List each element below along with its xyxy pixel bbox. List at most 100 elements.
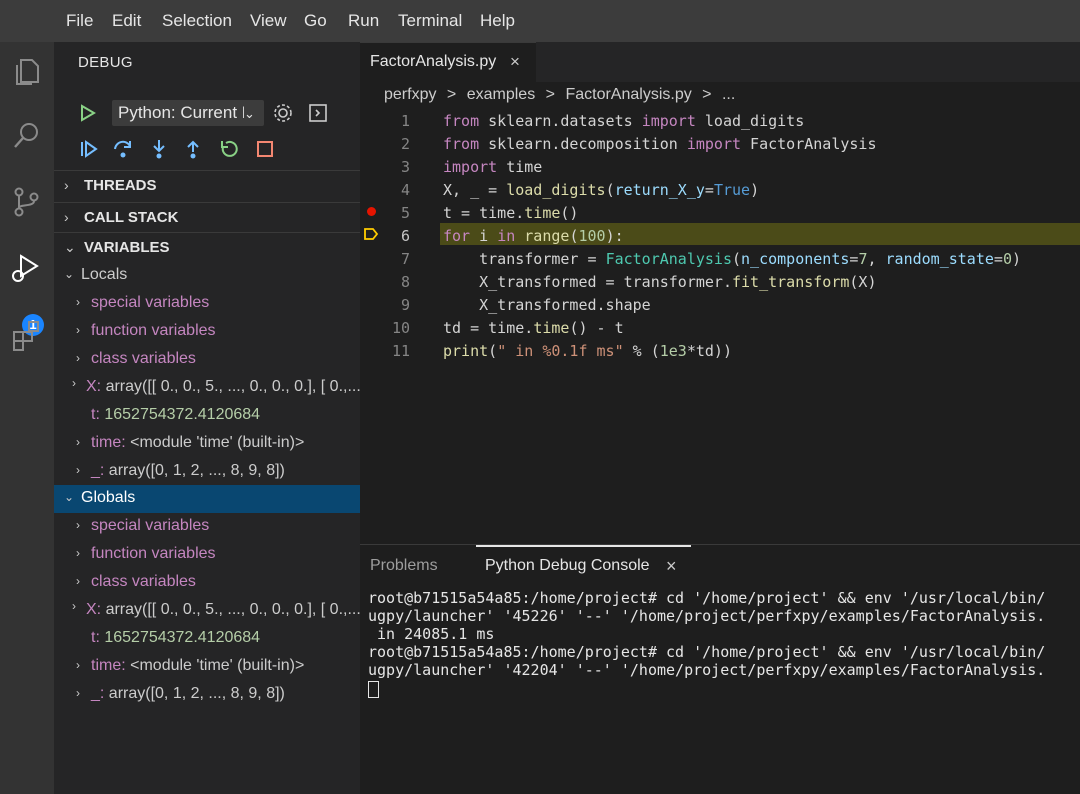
start-debug-icon[interactable] — [80, 104, 96, 122]
step-out-icon[interactable] — [182, 138, 204, 160]
chevron-right-icon: › — [76, 518, 80, 532]
terminal-line: root@b71515a54a85:/home/project# cd '/ho… — [368, 643, 1046, 661]
menu-edit[interactable]: Edit — [112, 11, 141, 31]
var-t[interactable]: t: 1652754372.4120684 — [54, 402, 360, 430]
chevron-right-icon: › — [76, 351, 80, 365]
terminal-cursor — [368, 681, 379, 698]
activity-bar: 1 — [0, 42, 54, 794]
code-editor[interactable]: 1 2 3 4 5 6 7 8 9 10 11 from sklearn.dat… — [360, 108, 1080, 544]
terminal-line: in 24085.1 ms — [368, 625, 495, 643]
chevron-right-icon: › — [76, 295, 80, 309]
bottom-panel: Problems Python Debug Console × root@b71… — [360, 544, 1080, 794]
section-call-stack[interactable]: › CALL STACK — [54, 202, 360, 232]
code-line: import time — [443, 158, 543, 176]
breadcrumb-item[interactable]: examples — [467, 86, 535, 103]
chevron-down-icon: ⌄ — [64, 490, 75, 504]
breadcrumb-item[interactable]: FactorAnalysis.py — [565, 86, 691, 103]
editor-tabs: FactorAnalysis.py × — [360, 42, 1080, 82]
chevron-right-icon: › — [64, 209, 69, 225]
terminal-line: ugpy/launcher' '42204' '--' '/home/proje… — [368, 661, 1046, 679]
debug-config-row: Python: Current File⌄ — [54, 94, 360, 130]
chevron-right-icon: › — [76, 574, 80, 588]
chevron-right-icon: › — [76, 463, 80, 477]
section-variables[interactable]: ⌄ VARIABLES — [54, 232, 360, 262]
var-class-variables[interactable]: › class variables — [54, 569, 360, 597]
var-time[interactable]: › time: <module 'time' (built-in)> — [54, 430, 360, 458]
step-into-icon[interactable] — [148, 138, 170, 160]
menu-go[interactable]: Go — [304, 11, 327, 31]
line-number: 7 — [400, 250, 410, 268]
breadcrumb-separator: > — [545, 86, 555, 103]
menu-run[interactable]: Run — [348, 11, 379, 31]
debug-config-select[interactable]: Python: Current File⌄ — [112, 100, 264, 126]
menu-terminal[interactable]: Terminal — [398, 11, 462, 31]
var-x[interactable]: › X: array([[ 0., 0., 5., ..., 0., 0., 0… — [54, 374, 360, 402]
chevron-right-icon: › — [72, 376, 76, 390]
line-number: 8 — [400, 273, 410, 291]
restart-icon[interactable] — [218, 138, 240, 160]
menu-selection[interactable]: Selection — [162, 11, 232, 31]
tab-factoranalysis[interactable]: FactorAnalysis.py × — [360, 42, 536, 82]
line-number: 2 — [400, 135, 410, 153]
scope-locals[interactable]: ⌄ Locals — [54, 262, 360, 290]
var-time[interactable]: › time: <module 'time' (built-in)> — [54, 653, 360, 681]
gear-icon[interactable] — [272, 102, 294, 124]
scope-globals[interactable]: ⌄ Globals — [54, 485, 360, 513]
menu-view[interactable]: View — [250, 11, 287, 31]
code-line: X_transformed.shape — [443, 296, 651, 314]
run-debug-icon[interactable] — [9, 250, 45, 286]
files-icon[interactable] — [9, 54, 45, 90]
var-x[interactable]: › X: array([[ 0., 0., 5., ..., 0., 0., 0… — [54, 597, 360, 625]
code-line: X, _ = load_digits(return_X_y=True) — [443, 181, 760, 199]
menu-help[interactable]: Help — [480, 11, 515, 31]
breadcrumb-item[interactable]: ... — [722, 86, 735, 103]
code-line: t = time.time() — [443, 204, 579, 222]
chevron-right-icon: › — [76, 658, 80, 672]
active-tab-indicator — [476, 545, 691, 547]
breadcrumb-item[interactable]: perfxpy — [384, 86, 436, 103]
var-underscore[interactable]: › _: array([0, 1, 2, ..., 8, 9, 8]) — [54, 458, 360, 486]
var-special-variables[interactable]: › special variables — [54, 290, 360, 318]
terminal-line: ugpy/launcher' '45226' '--' '/home/proje… — [368, 607, 1046, 625]
debug-sidebar: DEBUG Python: Current File⌄ — [54, 42, 360, 794]
tab-python-debug-console[interactable]: Python Debug Console — [485, 557, 650, 575]
terminal-line: root@b71515a54a85:/home/project# cd '/ho… — [368, 589, 1046, 607]
section-threads[interactable]: › THREADS — [54, 170, 360, 200]
menu-bar: File Edit Selection View Go Run Terminal… — [0, 0, 1080, 42]
line-number: 6 — [400, 227, 410, 245]
var-t[interactable]: t: 1652754372.4120684 — [54, 625, 360, 653]
chevron-down-icon: ⌄ — [244, 106, 255, 121]
var-special-variables[interactable]: › special variables — [54, 513, 360, 541]
var-class-variables[interactable]: › class variables — [54, 346, 360, 374]
line-number: 11 — [391, 342, 410, 360]
debug-console-icon[interactable] — [308, 103, 328, 123]
code-line: from sklearn.decomposition import Factor… — [443, 135, 877, 153]
var-function-variables[interactable]: › function variables — [54, 318, 360, 346]
var-function-variables[interactable]: › function variables — [54, 541, 360, 569]
search-icon[interactable] — [9, 118, 45, 154]
step-over-icon[interactable] — [112, 138, 134, 160]
close-icon[interactable]: × — [666, 556, 677, 577]
source-control-icon[interactable] — [9, 184, 45, 220]
tab-problems[interactable]: Problems — [370, 557, 438, 575]
continue-icon[interactable] — [78, 138, 100, 160]
breadcrumb-separator: > — [702, 86, 712, 103]
sidebar-title: DEBUG — [78, 54, 133, 71]
code-line: td = time.time() - t — [443, 319, 624, 337]
line-number: 3 — [400, 158, 410, 176]
extensions-icon[interactable] — [9, 318, 45, 354]
chevron-right-icon: › — [76, 546, 80, 560]
menu-file[interactable]: File — [66, 11, 93, 31]
chevron-right-icon: › — [72, 599, 76, 613]
chevron-right-icon: › — [76, 435, 80, 449]
code-line: X_transformed = transformer.fit_transfor… — [443, 273, 877, 291]
close-icon[interactable]: × — [510, 52, 520, 72]
chevron-right-icon: › — [76, 323, 80, 337]
breadcrumb: perfxpy > examples > FactorAnalysis.py >… — [384, 86, 741, 104]
line-number: 1 — [400, 112, 410, 130]
line-number: 5 — [400, 204, 410, 222]
line-number: 10 — [391, 319, 410, 337]
stop-icon[interactable] — [254, 138, 276, 160]
terminal[interactable]: root@b71515a54a85:/home/project# cd '/ho… — [360, 589, 1080, 789]
var-underscore[interactable]: › _: array([0, 1, 2, ..., 8, 9, 8]) — [54, 681, 360, 709]
